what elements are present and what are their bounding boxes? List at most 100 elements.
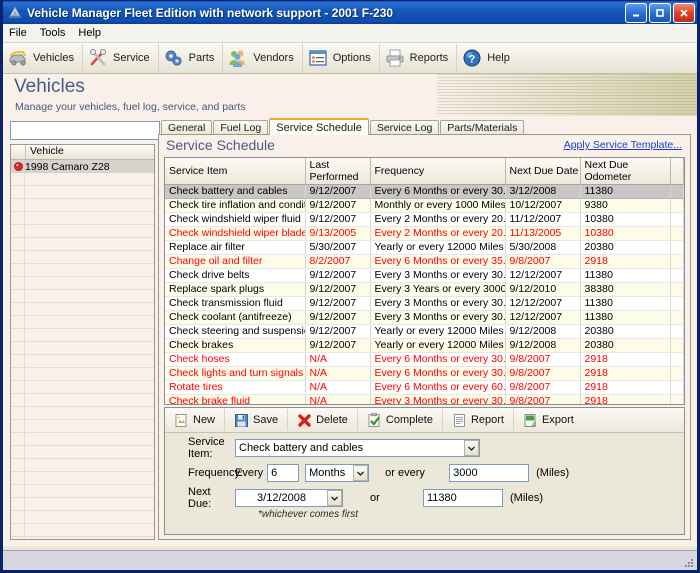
cell-spacer (670, 395, 684, 406)
cell-next-due-odometer: 2918 (580, 353, 670, 367)
delete-button[interactable]: Delete (288, 409, 358, 431)
form-row-service-item: Service Item: (165, 438, 684, 458)
tab-service-log[interactable]: Service Log (370, 120, 439, 135)
chevron-down-icon[interactable] (464, 440, 479, 456)
label-service-item: Service Item: (165, 436, 235, 460)
cell-next-due-odometer: 38380 (580, 283, 670, 297)
cell-spacer (670, 283, 684, 297)
close-button[interactable] (673, 3, 695, 23)
tab-fuel-log[interactable]: Fuel Log (213, 120, 268, 135)
service-schedule-panel: Service Schedule Apply Service Template.… (158, 134, 691, 540)
cell-service-item: Check hoses (165, 353, 305, 367)
cell-last-performed: 9/12/2007 (305, 213, 370, 227)
cell-next-due-odometer: 20380 (580, 325, 670, 339)
service-schedule-grid[interactable]: Service Item Last Performed Frequency Ne… (164, 157, 685, 405)
report-label: Report (471, 414, 504, 426)
next-due-date-picker[interactable] (235, 489, 343, 507)
vehicle-list-header-label: Vehicle (26, 145, 154, 159)
app-icon (7, 5, 23, 21)
maximize-button[interactable] (649, 3, 671, 23)
search-input[interactable] (10, 121, 160, 140)
cell-next-due-date: 11/12/2007 (505, 213, 580, 227)
reports-icon (385, 48, 405, 68)
table-row[interactable]: Check windshield wiper blades9/13/2005Ev… (165, 227, 684, 241)
tab-service-schedule[interactable]: Service Schedule (269, 118, 369, 135)
parts-icon (164, 48, 184, 68)
cell-next-due-date: 5/30/2008 (505, 241, 580, 255)
menu-item-tools[interactable]: Tools (40, 27, 66, 39)
tab-parts-materials[interactable]: Parts/Materials (440, 120, 524, 135)
table-row[interactable]: Check transmission fluid9/12/2007Every 3… (165, 297, 684, 311)
frequency-miles-input[interactable] (449, 464, 529, 482)
toolbar-button-options[interactable]: Options (303, 44, 380, 72)
col-last-performed[interactable]: Last Performed (305, 158, 370, 185)
title-bar: Vehicle Manager Fleet Edition with netwo… (3, 0, 697, 24)
cell-spacer (670, 269, 684, 283)
table-row[interactable]: Rotate tiresN/AEvery 6 Months or every 6… (165, 381, 684, 395)
cell-next-due-date: 12/12/2007 (505, 297, 580, 311)
table-row[interactable]: Check drive belts9/12/2007Every 3 Months… (165, 269, 684, 283)
cell-last-performed: 5/30/2007 (305, 241, 370, 255)
table-row[interactable]: Check hosesN/AEvery 6 Months or every 30… (165, 353, 684, 367)
export-button[interactable]: a Export (514, 409, 583, 431)
minimize-button[interactable] (625, 3, 647, 23)
toolbar-button-reports[interactable]: Reports (380, 44, 458, 72)
col-service-item[interactable]: Service Item (165, 158, 305, 185)
cell-frequency: Every 3 Months or every 30... (370, 311, 505, 325)
save-button[interactable]: Save (225, 409, 288, 431)
table-row[interactable]: Check tire inflation and condition9/12/2… (165, 199, 684, 213)
chevron-down-icon[interactable] (353, 465, 368, 481)
red-dot-icon (11, 162, 25, 171)
complete-button[interactable]: Complete (358, 409, 443, 431)
new-label: New (193, 414, 215, 426)
new-button[interactable]: New (165, 409, 225, 431)
resize-grip[interactable] (683, 557, 695, 569)
frequency-unit-combo[interactable] (305, 464, 369, 482)
table-row[interactable]: Replace air filter5/30/2007Yearly or eve… (165, 241, 684, 255)
svg-text:a: a (532, 419, 536, 428)
toolbar-button-vehicles[interactable]: Vehicles (3, 44, 83, 72)
toolbar-button-parts[interactable]: Parts (159, 44, 224, 72)
table-row[interactable]: Check brake fluidN/AEvery 3 Months or ev… (165, 395, 684, 406)
cell-next-due-odometer: 10380 (580, 213, 670, 227)
menu-item-help[interactable]: Help (78, 27, 101, 39)
cell-frequency: Yearly or every 12000 Miles (370, 325, 505, 339)
save-label: Save (253, 414, 278, 426)
table-row[interactable]: Replace spark plugs9/12/2007Every 3 Year… (165, 283, 684, 297)
report-button[interactable]: Report (443, 409, 514, 431)
toolbar-button-service[interactable]: Service (83, 44, 159, 72)
vehicle-list-header-icon-col (11, 145, 26, 159)
menu-item-file[interactable]: File (9, 27, 27, 39)
toolbar-button-vendors[interactable]: Vendors (223, 44, 302, 72)
service-item-form: Service Item: Frequency: Every (165, 433, 684, 534)
table-row[interactable]: Check steering and suspension9/12/2007Ye… (165, 325, 684, 339)
table-row[interactable]: Check battery and cables9/12/2007Every 6… (165, 185, 684, 199)
col-next-due-date[interactable]: Next Due Date (505, 158, 580, 185)
next-due-miles-input[interactable] (423, 489, 503, 507)
cell-last-performed: 9/12/2007 (305, 283, 370, 297)
toolbar-button-help[interactable]: ? Help (457, 44, 518, 72)
table-row[interactable]: Check lights and turn signalsN/AEvery 6 … (165, 367, 684, 381)
form-row-frequency: Frequency: Every or every (M (165, 463, 684, 483)
table-row[interactable]: Change oil and filter8/2/2007Every 6 Mon… (165, 255, 684, 269)
apply-service-template-link[interactable]: Apply Service Template... (564, 139, 682, 151)
cell-service-item: Check transmission fluid (165, 297, 305, 311)
cell-last-performed: 9/12/2007 (305, 325, 370, 339)
list-item[interactable]: 1998 Camaro Z28 (11, 160, 154, 173)
col-next-due-odometer[interactable]: Next Due Odometer (580, 158, 670, 185)
service-item-combo[interactable] (235, 439, 480, 457)
col-frequency[interactable]: Frequency (370, 158, 505, 185)
table-row[interactable]: Check windshield wiper fluid9/12/2007Eve… (165, 213, 684, 227)
cell-next-due-date: 9/12/2010 (505, 283, 580, 297)
table-row[interactable]: Check brakes9/12/2007Yearly or every 120… (165, 339, 684, 353)
app-window: Vehicle Manager Fleet Edition with netwo… (0, 0, 700, 573)
vehicle-list[interactable]: Vehicle 1998 Camaro Z28 (10, 144, 155, 540)
cell-next-due-odometer: 11380 (580, 269, 670, 283)
frequency-number-input[interactable] (267, 464, 299, 482)
table-row[interactable]: Check coolant (antifreeze)9/12/2007Every… (165, 311, 684, 325)
panel-title: Service Schedule (166, 137, 275, 153)
service-item-input[interactable] (235, 439, 480, 457)
chevron-down-icon[interactable] (327, 490, 342, 506)
col-spacer[interactable] (670, 158, 684, 185)
tab-general[interactable]: General (161, 120, 212, 135)
